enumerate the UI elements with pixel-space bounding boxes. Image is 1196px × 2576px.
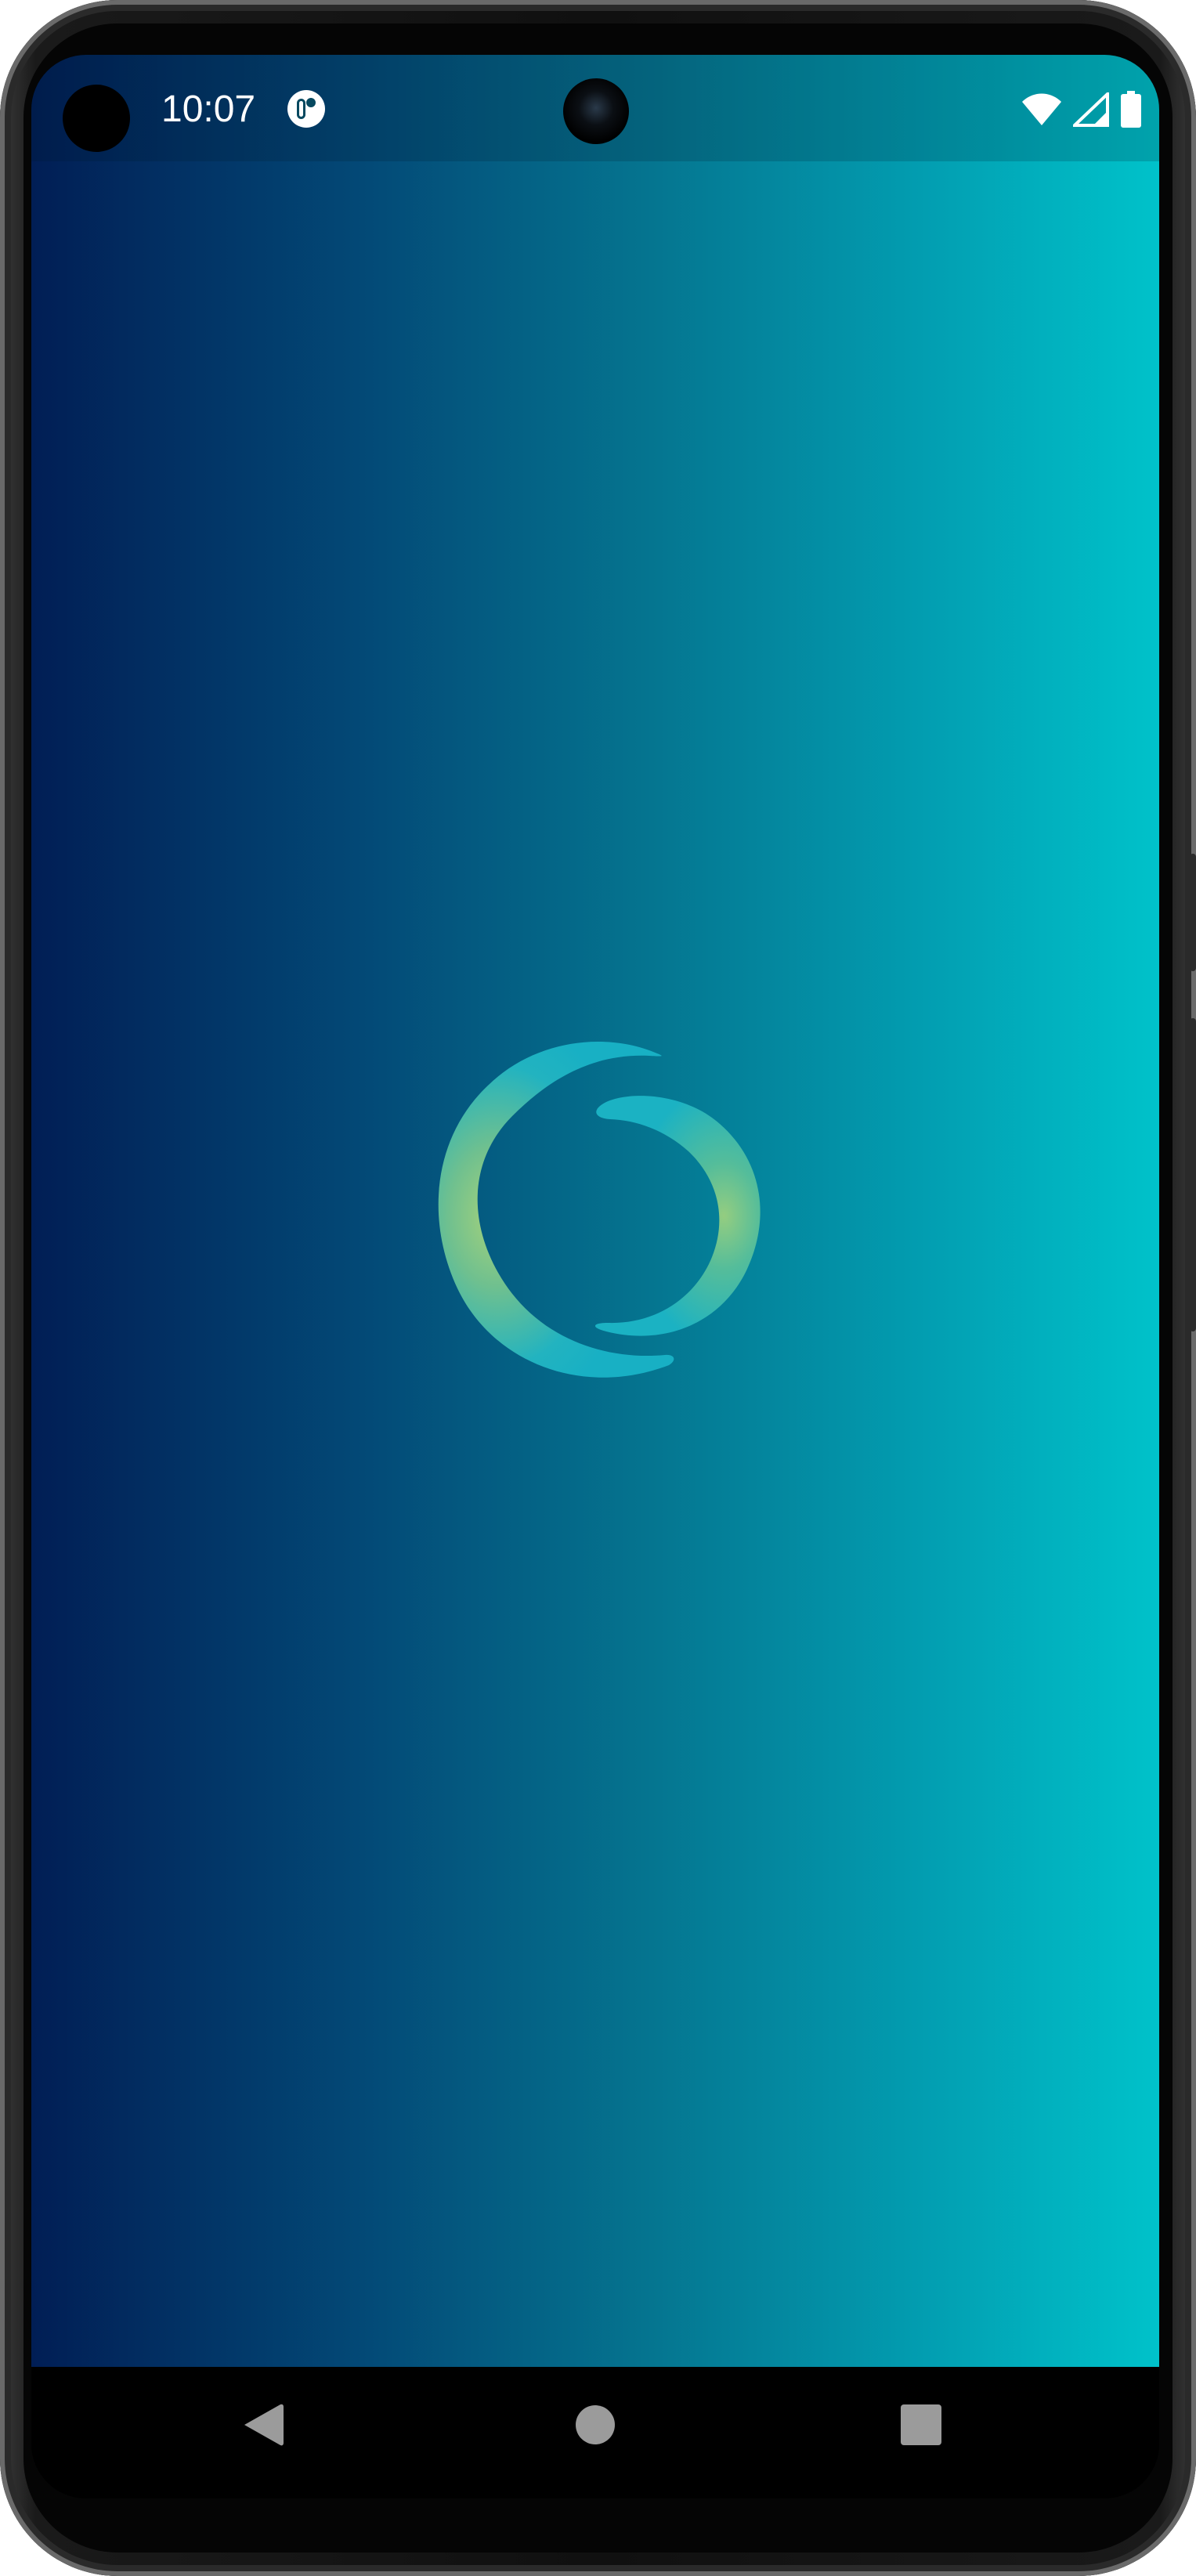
app-notification-icon	[287, 90, 325, 128]
status-icons	[1021, 88, 1142, 132]
recents-button[interactable]	[890, 2394, 952, 2456]
camera-cutout	[63, 85, 130, 152]
status-time: 10:07	[161, 89, 256, 130]
navigation-bar	[31, 2367, 1159, 2498]
home-button[interactable]	[564, 2394, 627, 2456]
wifi-icon	[1022, 93, 1061, 125]
front-camera	[563, 78, 629, 144]
back-icon	[244, 2404, 284, 2446]
phone-frame: 10:07	[0, 0, 1196, 2576]
battery-icon	[1121, 91, 1141, 128]
cell-signal-icon	[1073, 92, 1109, 127]
back-button[interactable]	[232, 2394, 294, 2456]
splash-screen	[31, 55, 1159, 2367]
inner-crescent	[594, 1096, 761, 1336]
power-button	[1190, 854, 1196, 971]
status-bar: 10:07	[31, 55, 1159, 161]
app-logo	[418, 1038, 774, 1390]
home-icon	[576, 2405, 615, 2444]
volume-button	[1190, 1018, 1196, 1331]
phone-screen: 10:07	[31, 55, 1159, 2498]
recents-icon	[901, 2404, 941, 2445]
crescent-rings-logo	[438, 1041, 761, 1378]
